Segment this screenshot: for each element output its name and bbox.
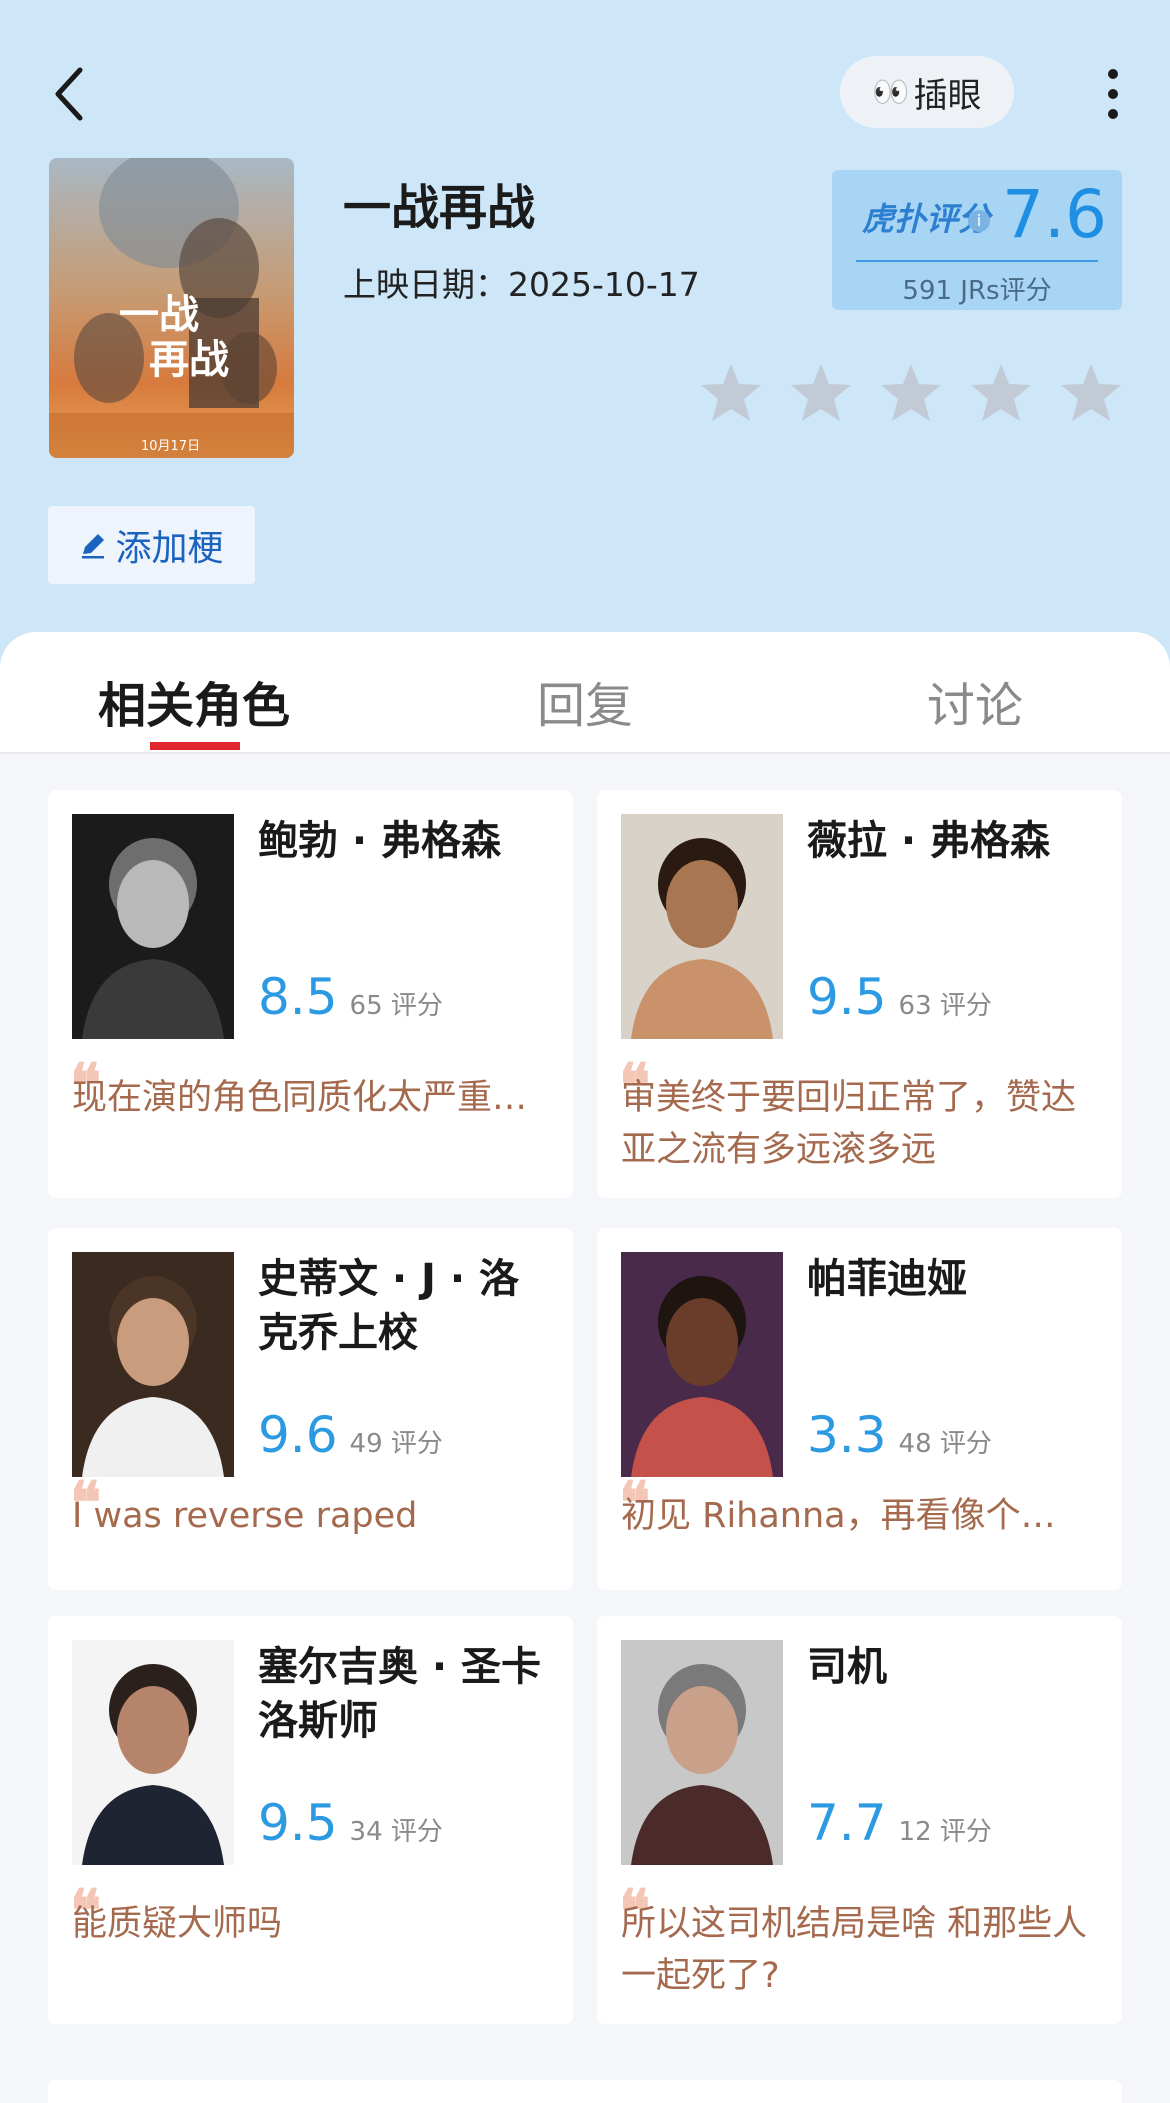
character-name: 鲍勃 · 弗格森 bbox=[258, 818, 502, 864]
avatar-image bbox=[72, 1252, 234, 1477]
tab-bar: 相关角色 回复 讨论 bbox=[0, 632, 1170, 754]
character-name: 帕菲迪娅 bbox=[807, 1256, 967, 1302]
avatar-image bbox=[621, 814, 783, 1039]
character-name: 塞尔吉奥 · 圣卡洛斯师 bbox=[258, 1644, 542, 1744]
rating-value: 3.3 bbox=[807, 1406, 887, 1464]
rating-value: 9.5 bbox=[807, 968, 887, 1026]
release-label: 上映日期： bbox=[343, 265, 508, 304]
character-rating: 9.5 34 评分 bbox=[258, 1794, 443, 1852]
rating-value: 9.5 bbox=[258, 1794, 338, 1852]
star-icon[interactable] bbox=[878, 362, 944, 424]
star-icon[interactable] bbox=[1058, 362, 1124, 424]
movie-title: 一战再战 bbox=[343, 180, 536, 236]
character-card[interactable]: 塞尔吉奥 · 圣卡洛斯师 9.5 34 评分 ❝ 能质疑大师吗 bbox=[48, 1616, 573, 2024]
tab-related-roles[interactable]: 相关角色 bbox=[98, 666, 290, 736]
svg-text:再战: 再战 bbox=[149, 337, 229, 383]
score-divider bbox=[856, 260, 1098, 262]
top-comment[interactable]: 所以这司机结局是啥 和那些人一起死了? bbox=[621, 1898, 1091, 2002]
active-tab-indicator bbox=[150, 742, 240, 750]
info-icon[interactable]: i bbox=[968, 210, 990, 232]
character-rating: 7.7 12 评分 bbox=[807, 1794, 992, 1852]
character-avatar[interactable] bbox=[621, 814, 783, 1039]
peek-button[interactable]: 👀 插眼 bbox=[840, 56, 1014, 128]
avatar-image bbox=[72, 814, 234, 1039]
top-comment[interactable]: 现在演的角色同质化太严重了吧 bbox=[72, 1072, 542, 1124]
rating-count: 65 评分 bbox=[349, 991, 443, 1021]
movie-poster[interactable]: 一战 再战 10月17日 bbox=[49, 158, 294, 458]
release-value: 2025-10-17 bbox=[508, 265, 700, 304]
character-rating: 9.6 49 评分 bbox=[258, 1406, 443, 1464]
character-card[interactable]: 鲍勃 · 弗格森 8.5 65 评分 ❝ 现在演的角色同质化太严重了吧 bbox=[48, 790, 573, 1198]
add-meme-label: 添加梗 bbox=[115, 528, 224, 569]
svg-text:一战: 一战 bbox=[119, 292, 199, 338]
rating-value: 7.7 bbox=[807, 1794, 887, 1852]
release-date: 上映日期：2025-10-17 bbox=[343, 258, 700, 306]
peek-label: 插眼 bbox=[913, 75, 982, 116]
character-name: 司机 bbox=[807, 1644, 887, 1690]
content-sheet: 相关角色 回复 讨论 鲍勃 · 弗格森 8.5 65 评分 ❝ 现在演的角色同质化太严重… bbox=[0, 632, 1170, 2103]
star-icon[interactable] bbox=[968, 362, 1034, 424]
character-card[interactable]: 薇拉 · 弗格森 9.5 63 评分 ❝ 审美终于要回归正常了，赞达亚之流有多远滚多远 bbox=[597, 790, 1122, 1198]
rating-count: 34 评分 bbox=[349, 1817, 443, 1847]
character-rating: 3.3 48 评分 bbox=[807, 1406, 992, 1464]
more-menu-button[interactable] bbox=[1095, 66, 1131, 122]
character-name: 史蒂文 · J · 洛克乔上校 bbox=[258, 1256, 519, 1356]
character-avatar[interactable] bbox=[621, 1252, 783, 1477]
avatar-image bbox=[621, 1640, 783, 1865]
eyes-icon: 👀 bbox=[872, 74, 909, 110]
rating-count: 63 评分 bbox=[898, 991, 992, 1021]
rating-value: 9.6 bbox=[258, 1406, 338, 1464]
character-avatar[interactable] bbox=[621, 1640, 783, 1865]
poster-date-text: 10月17日 bbox=[141, 439, 200, 454]
character-card[interactable]: 帕菲迪娅 3.3 48 评分 ❝ 初见 Rihanna，再看像个… bbox=[597, 1228, 1122, 1590]
character-rating: 9.5 63 评分 bbox=[807, 968, 992, 1026]
poster-image: 一战 再战 10月17日 bbox=[49, 158, 294, 458]
chevron-left-icon bbox=[55, 67, 83, 121]
rating-stars[interactable] bbox=[698, 362, 1124, 424]
pencil-icon bbox=[82, 534, 105, 559]
top-comment[interactable]: 初见 Rihanna，再看像个… bbox=[621, 1490, 1091, 1542]
top-comment[interactable]: 能质疑大师吗 bbox=[72, 1898, 542, 1950]
star-icon[interactable] bbox=[698, 362, 764, 424]
character-card[interactable]: 史蒂文 · J · 洛克乔上校 9.6 49 评分 ❝ I was reverse ra… bbox=[48, 1228, 573, 1590]
score-count: 591 JRs评分 bbox=[902, 276, 1052, 306]
tab-discussion[interactable]: 讨论 bbox=[927, 666, 1023, 736]
tab-replies[interactable]: 回复 bbox=[537, 666, 633, 736]
rating-value: 8.5 bbox=[258, 968, 338, 1026]
top-comment[interactable]: 审美终于要回归正常了，赞达亚之流有多远滚多远 bbox=[621, 1072, 1091, 1176]
top-comment[interactable]: I was reverse raped bbox=[72, 1490, 542, 1542]
avatar-image bbox=[621, 1252, 783, 1477]
next-card-partial bbox=[48, 2080, 1122, 2103]
character-avatar[interactable] bbox=[72, 1640, 234, 1865]
character-avatar[interactable] bbox=[72, 1252, 234, 1477]
more-vertical-icon bbox=[1108, 69, 1118, 119]
avatar-image bbox=[72, 1640, 234, 1865]
score-value: 7.6 bbox=[1002, 176, 1107, 253]
character-rating: 8.5 65 评分 bbox=[258, 968, 443, 1026]
character-name: 薇拉 · 弗格森 bbox=[807, 818, 1051, 864]
star-icon[interactable] bbox=[788, 362, 854, 424]
character-card[interactable]: 司机 7.7 12 评分 ❝ 所以这司机结局是啥 和那些人一起死了? bbox=[597, 1616, 1122, 2024]
character-avatar[interactable] bbox=[72, 814, 234, 1039]
add-meme-button[interactable]: 添加梗 bbox=[48, 506, 255, 584]
back-button[interactable] bbox=[46, 64, 96, 124]
rating-count: 48 评分 bbox=[898, 1429, 992, 1459]
hupu-score-box[interactable]: 虎扑评分 i 7.6 591 JRs评分 bbox=[832, 170, 1122, 310]
rating-count: 12 评分 bbox=[898, 1817, 992, 1847]
rating-count: 49 评分 bbox=[349, 1429, 443, 1459]
